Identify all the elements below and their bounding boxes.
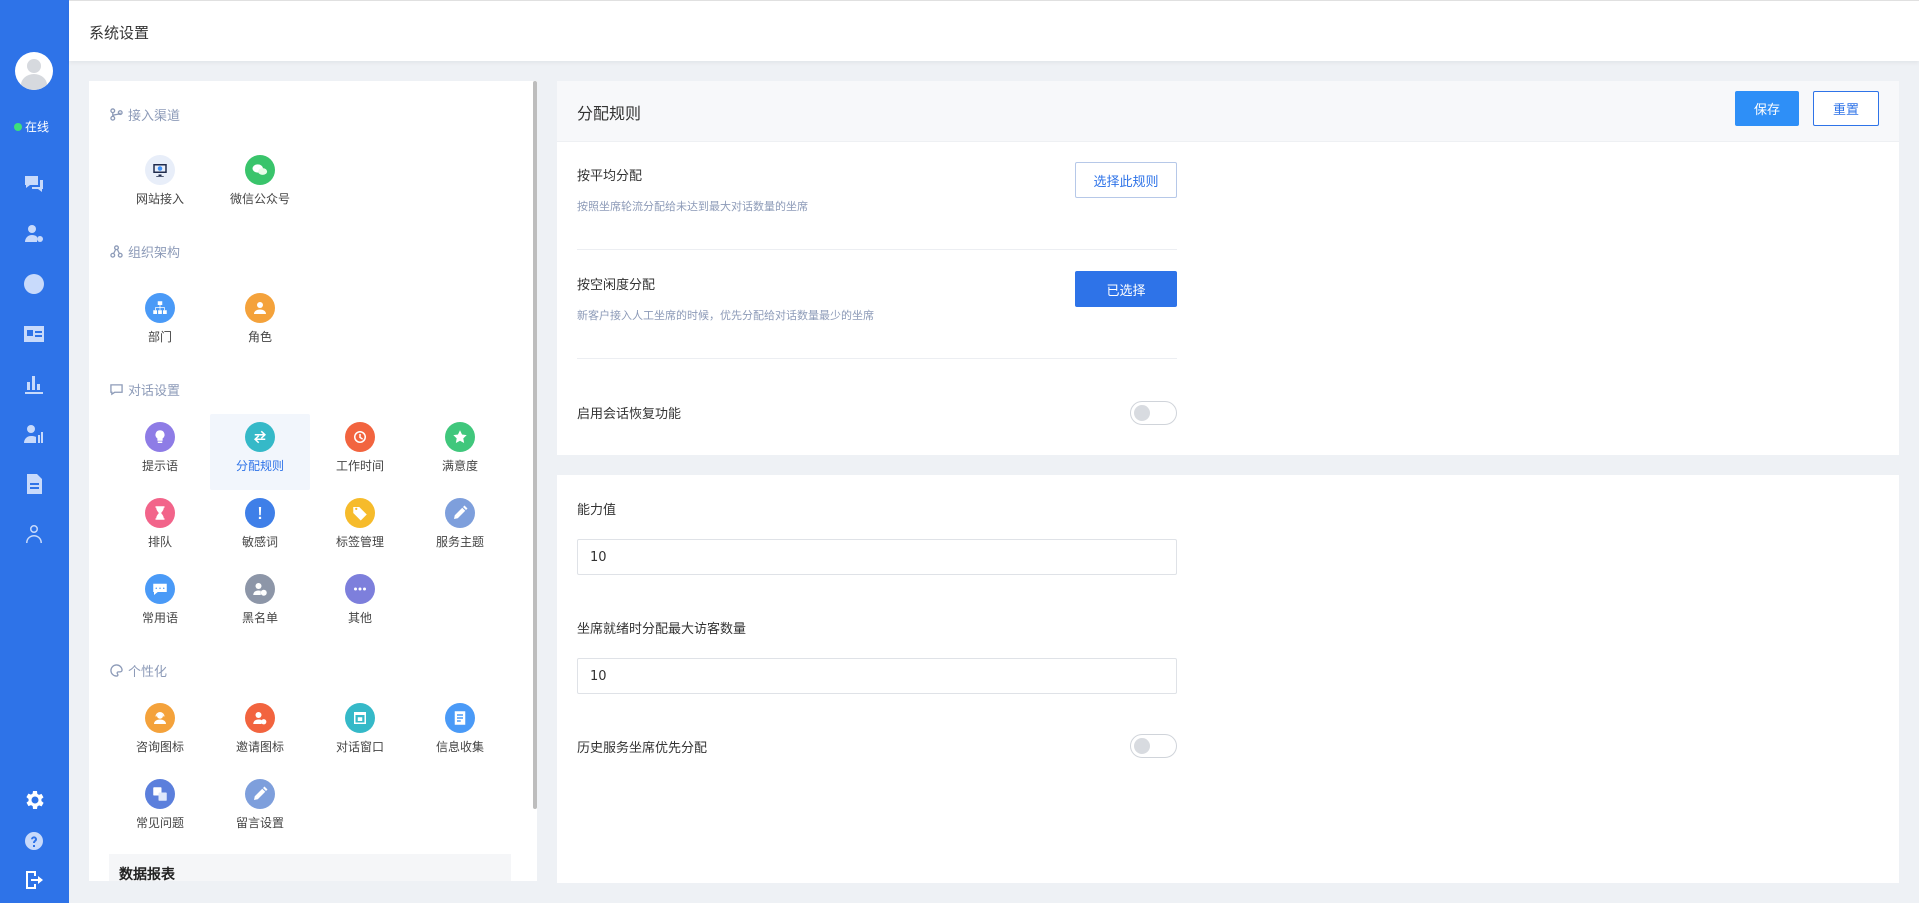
window-icon (345, 703, 375, 733)
chat-bubble-icon (145, 574, 175, 604)
max-visitors-label: 坐席就绪时分配最大访客数量 (577, 622, 747, 637)
invite-user-icon (245, 703, 275, 733)
tile-satisfaction[interactable]: 满意度 (410, 414, 510, 490)
star-icon (445, 422, 475, 452)
exclamation-icon (245, 498, 275, 528)
role-icon (245, 293, 275, 323)
tile-prompt[interactable]: 提示语 (110, 414, 210, 490)
reset-button[interactable]: 重置 (1813, 91, 1879, 126)
section-access: 接入渠道 (110, 105, 180, 124)
tile-sensitive-words[interactable]: 敏感词 (210, 490, 310, 566)
palette-icon (110, 664, 123, 677)
customer-icon[interactable] (20, 520, 48, 548)
sidebar: 在线 (0, 0, 69, 903)
tile-website[interactable]: 网站接入 (110, 147, 210, 223)
bar-chart-icon[interactable] (20, 370, 48, 398)
tile-faq[interactable]: 常见问题 (110, 771, 210, 847)
tile-other[interactable]: 其他 (310, 566, 410, 642)
help-icon[interactable] (20, 827, 48, 855)
chat-icon[interactable] (20, 170, 48, 198)
topbar: 系统设置 (69, 0, 1919, 61)
section-personal: 个性化 (110, 661, 167, 680)
wechat-icon (245, 155, 275, 185)
online-dot-icon (14, 122, 22, 131)
tag-icon (345, 498, 375, 528)
history-priority-label: 历史服务坐席优先分配 (577, 741, 708, 756)
alarm-clock-icon (345, 422, 375, 452)
form-icon (445, 703, 475, 733)
hourglass-icon (145, 498, 175, 528)
data-report-header[interactable]: 数据报表 (109, 854, 511, 881)
capacity-label: 能力值 (577, 503, 617, 518)
tile-tag-manage[interactable]: 标签管理 (310, 490, 410, 566)
contact-card-icon[interactable] (20, 320, 48, 348)
logout-icon[interactable] (20, 866, 48, 894)
select-rule-button[interactable]: 选择此规则 (1075, 162, 1177, 198)
faq-icon (145, 779, 175, 809)
tile-blacklist[interactable]: 黑名单 (210, 566, 310, 642)
org-icon (110, 245, 123, 258)
tile-queue[interactable]: 排队 (110, 490, 210, 566)
tile-consult-icon[interactable]: 咨询图标 (110, 695, 210, 771)
tile-wechat[interactable]: 微信公众号 (210, 147, 310, 223)
branch-icon (110, 108, 123, 121)
hierarchy-icon (145, 293, 175, 323)
page-title: 系统设置 (89, 24, 150, 42)
monitor-icon (145, 155, 175, 185)
edit-icon (245, 779, 275, 809)
settings-menu-panel: 接入渠道 网站接入 微信公众号 组织架构 部门 角色 对话设置 提示语 分配规则… (89, 81, 537, 881)
divider (577, 358, 1177, 359)
message-icon (110, 384, 123, 396)
document-icon[interactable] (20, 470, 48, 498)
max-visitors-input[interactable] (577, 658, 1177, 694)
agent-icon[interactable] (20, 420, 48, 448)
tile-role[interactable]: 角色 (210, 285, 310, 361)
divider (577, 249, 1177, 250)
card-title: 分配规则 (577, 104, 642, 123)
blocked-user-icon (245, 574, 275, 604)
swap-arrows-icon (245, 422, 275, 452)
tile-work-time[interactable]: 工作时间 (310, 414, 410, 490)
tile-invite-icon[interactable]: 邀请图标 (210, 695, 310, 771)
user-settings-icon[interactable] (20, 220, 48, 248)
selected-rule-button[interactable]: 已选择 (1075, 271, 1177, 307)
assign-rule-card: 分配规则 保存 重置 按平均分配 按照坐席轮流分配给未达到最大对话数量的坐席 选… (557, 81, 1899, 455)
tile-common-phrases[interactable]: 常用语 (110, 566, 210, 642)
lightbulb-icon (145, 422, 175, 452)
save-button[interactable]: 保存 (1735, 91, 1799, 126)
avatar[interactable] (15, 52, 53, 90)
headset-icon (145, 703, 175, 733)
restore-session-label: 启用会话恢复功能 (577, 407, 682, 422)
tile-assign-rule[interactable]: 分配规则 (210, 414, 310, 490)
section-org: 组织架构 (110, 242, 180, 261)
capacity-card: 能力值 坐席就绪时分配最大访客数量 历史服务坐席优先分配 (557, 475, 1899, 883)
section-dialog: 对话设置 (110, 380, 180, 399)
tile-message-settings[interactable]: 留言设置 (210, 771, 310, 847)
left-panel-scrollbar[interactable] (533, 81, 537, 809)
gear-icon[interactable] (20, 786, 48, 814)
history-priority-toggle[interactable] (1130, 734, 1177, 758)
more-dots-icon (345, 574, 375, 604)
restore-session-toggle[interactable] (1130, 401, 1177, 425)
clock-icon[interactable] (20, 270, 48, 298)
tile-info-collect[interactable]: 信息收集 (410, 695, 510, 771)
tile-dialog-window[interactable]: 对话窗口 (310, 695, 410, 771)
card-header: 分配规则 保存 重置 (557, 81, 1899, 142)
tile-department[interactable]: 部门 (110, 285, 210, 361)
tile-service-topic[interactable]: 服务主题 (410, 490, 510, 566)
online-status[interactable]: 在线 (14, 118, 49, 135)
capacity-input[interactable] (577, 539, 1177, 575)
pencil-icon (445, 498, 475, 528)
